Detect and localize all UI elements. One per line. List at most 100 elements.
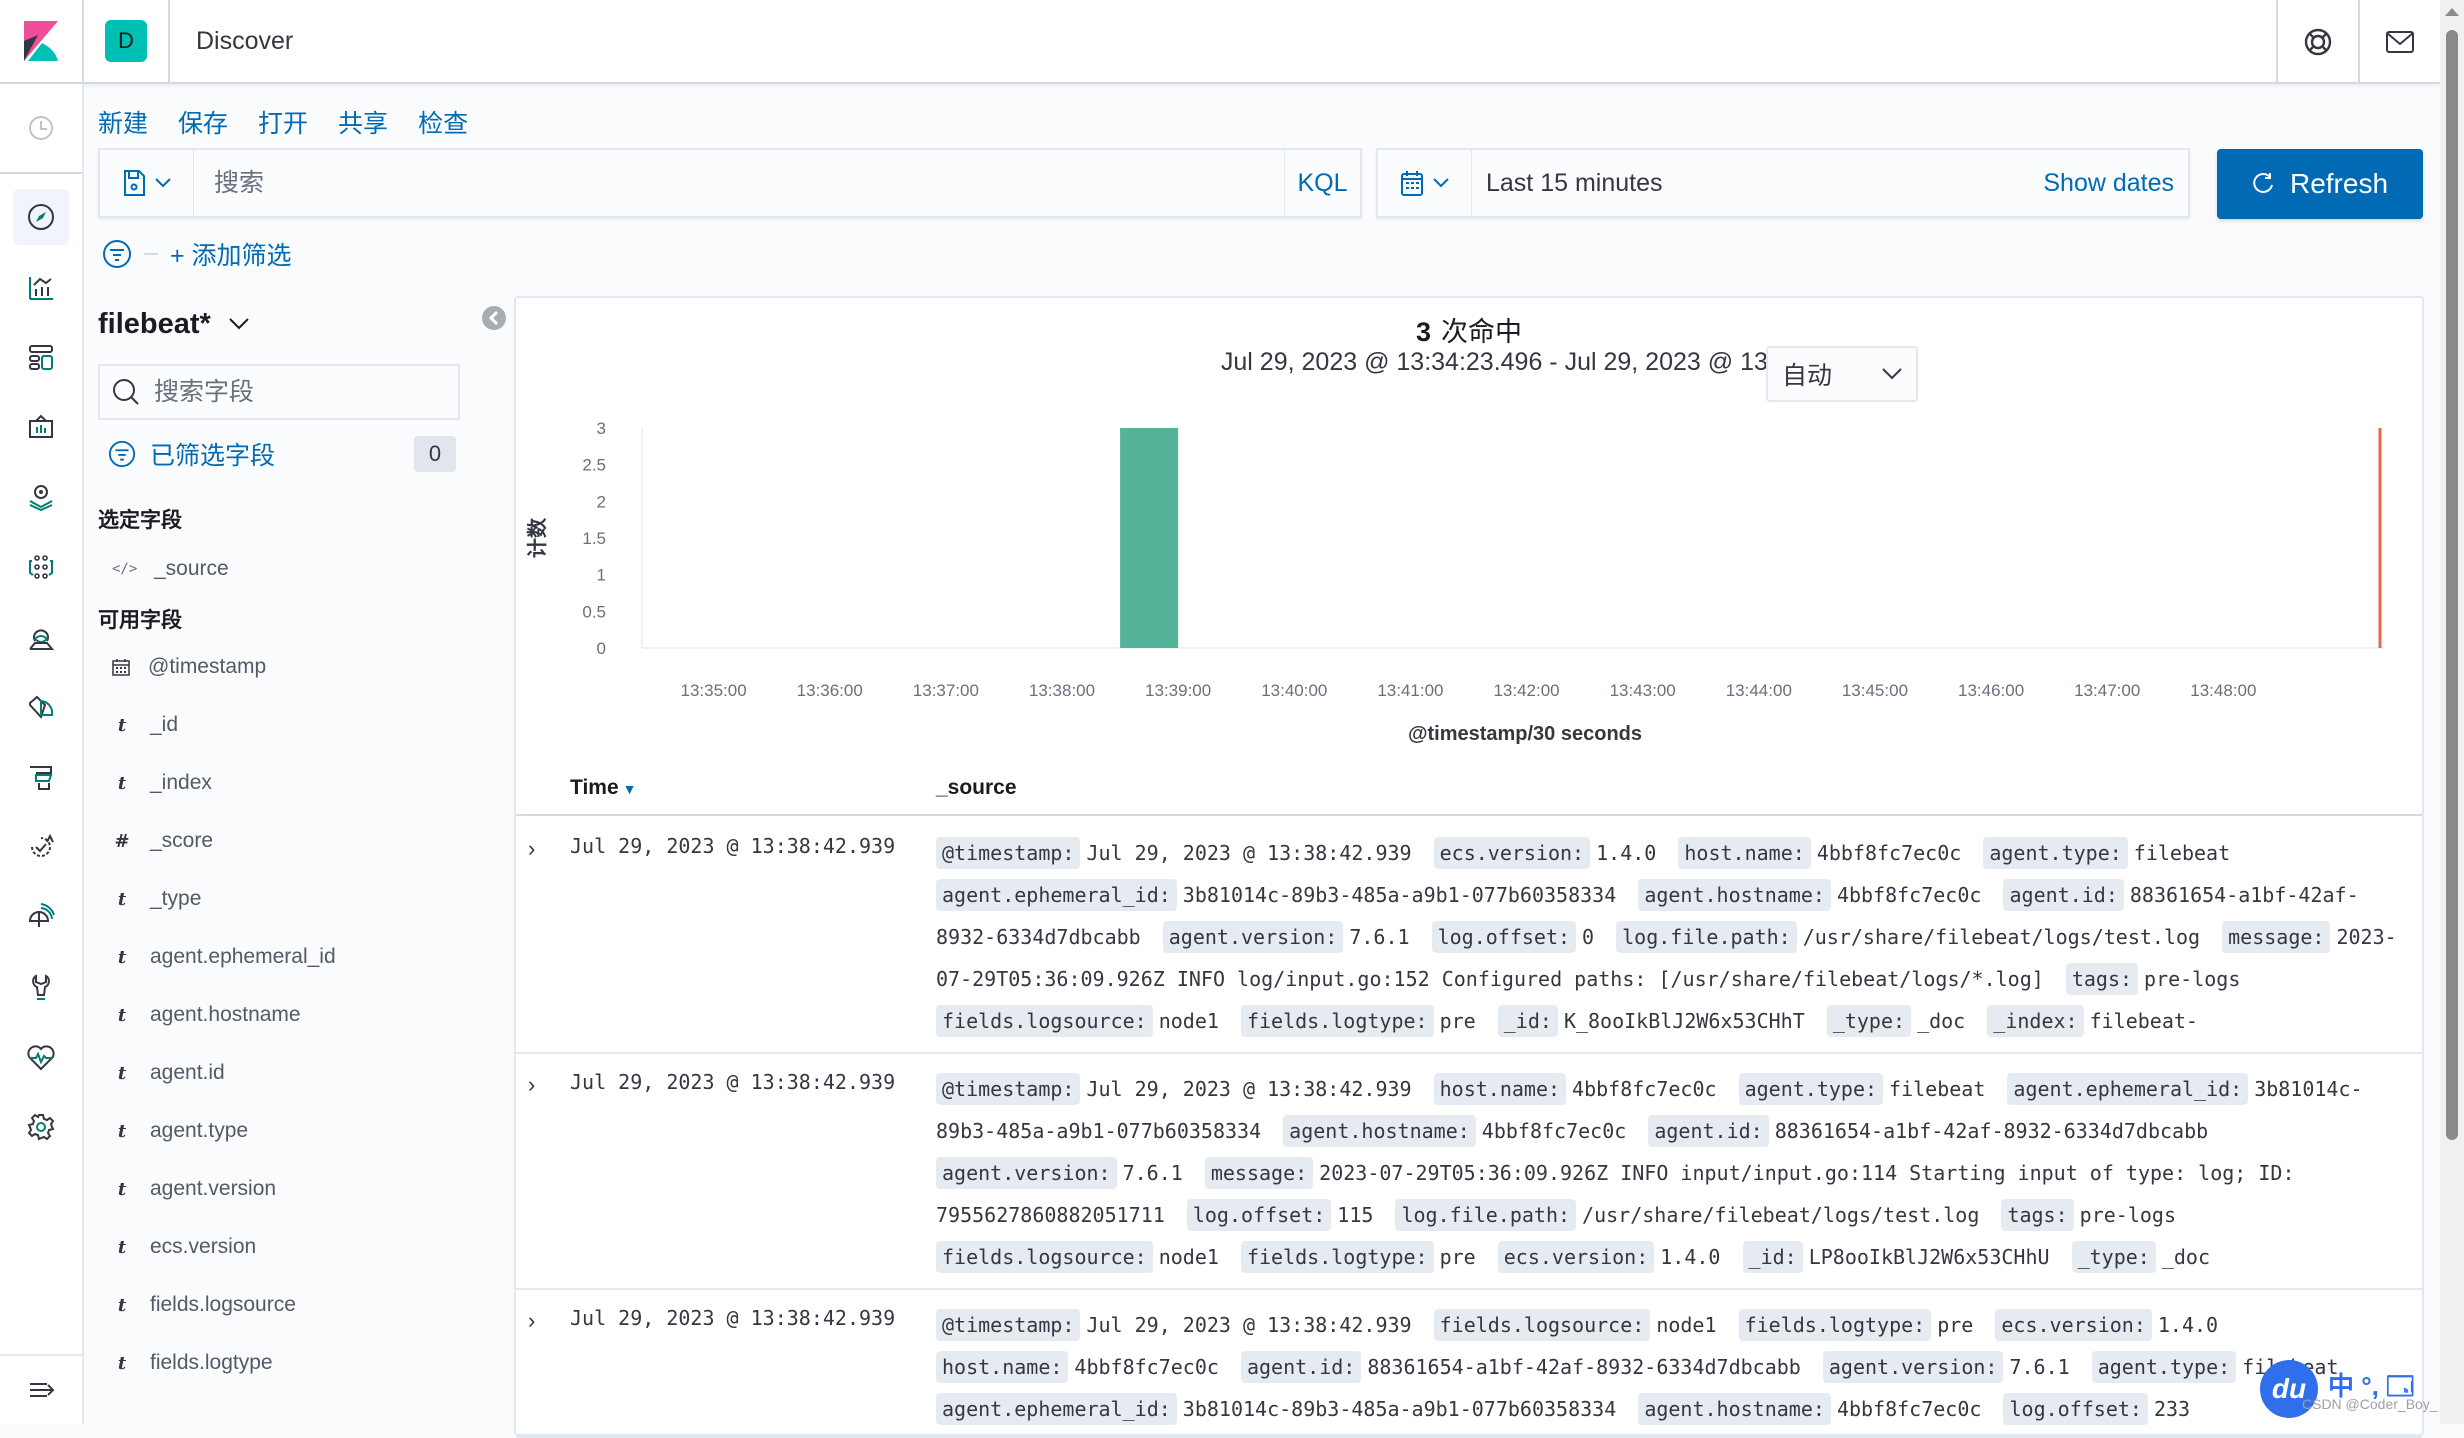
hits-counter: 3 次命中 — [516, 310, 2422, 349]
source-field-value: /usr/share/filebeat/logs/test.log — [1802, 925, 2201, 949]
field-item[interactable]: # _score — [98, 812, 464, 870]
dashboard-icon — [29, 345, 53, 370]
refresh-button[interactable]: Refresh — [2217, 149, 2423, 219]
nav-item-monitoring[interactable] — [0, 1022, 82, 1092]
field-item[interactable]: t agent.hostname — [98, 986, 464, 1044]
filter-options-icon[interactable] — [102, 239, 132, 269]
kibana-logo[interactable] — [0, 0, 84, 83]
source-field-value: 1.4.0 — [1660, 1245, 1721, 1269]
source-field-key: fields.logtype: — [1240, 1241, 1434, 1273]
quick-select-button[interactable] — [1378, 150, 1472, 216]
field-item[interactable]: t agent.id — [98, 1044, 464, 1102]
source-field-key: _index: — [1987, 1005, 2084, 1037]
query-language-button[interactable]: KQL — [1284, 150, 1360, 216]
source-field-value: 4bbf8fc7ec0c — [1074, 1355, 1219, 1379]
histogram-chart[interactable]: 0 0.5 1 1.5 2 2.5 3 13:35:00 13:36:00 13:37:00 13:… — [516, 408, 2422, 768]
search-input[interactable] — [194, 150, 1284, 216]
field-name: _score — [150, 829, 214, 852]
table-row: › Jul 29, 2023 @ 13:38:42.939 @timestamp: J… — [516, 818, 2422, 1054]
source-field-key: agent.hostname: — [1638, 879, 1831, 911]
source-field-value: 7.6.1 — [1349, 925, 1410, 949]
field-item[interactable]: </> _source — [98, 540, 464, 598]
source-field-key: fields.logsource: — [1433, 1309, 1651, 1341]
field-name: agent.hostname — [150, 1003, 301, 1026]
nav-item-metrics[interactable] — [0, 672, 82, 742]
field-item[interactable]: t _index — [98, 754, 464, 812]
metrics-icon — [29, 695, 54, 719]
expand-row-toggle[interactable]: › — [528, 1072, 535, 1098]
show-dates-button[interactable]: Show dates — [2043, 169, 2188, 198]
page-scrollbar[interactable] — [2440, 0, 2464, 1424]
newsfeed-mail-icon — [2386, 31, 2414, 53]
column-time[interactable]: Time ▼ — [570, 776, 637, 800]
nav-item-bg — [13, 329, 69, 385]
menu-save[interactable]: 保存 — [178, 104, 228, 140]
clock-icon — [29, 116, 53, 140]
interval-value: 自动 — [1782, 362, 1833, 390]
nav-item-maps[interactable] — [0, 462, 82, 532]
menu-share[interactable]: 共享 — [338, 104, 388, 140]
expand-row-toggle[interactable]: › — [528, 1308, 535, 1334]
field-item[interactable]: @timestamp — [98, 638, 464, 696]
nav-item-bg — [13, 679, 69, 735]
scroll-up-arrow[interactable] — [2445, 8, 2459, 16]
nav-item-canvas[interactable] — [0, 392, 82, 462]
nav-item-management[interactable] — [0, 1092, 82, 1162]
field-item[interactable]: t _type — [98, 870, 464, 928]
field-item[interactable]: t agent.type — [98, 1102, 464, 1160]
nav-item-ml[interactable] — [0, 532, 82, 602]
source-field-value: 3b81014c-89b3-485a-a9b1-077b60358334 — [1182, 1397, 1617, 1421]
nav-item-devtools[interactable] — [0, 952, 82, 1022]
field-item[interactable]: t _id — [98, 696, 464, 754]
y-tick-label: 1 — [597, 566, 606, 585]
index-pattern-selector[interactable]: filebeat* — [98, 296, 464, 352]
source-field-key: log.offset: — [1431, 921, 1577, 953]
space-selector[interactable]: D — [84, 0, 170, 83]
source-field-key: ecs.version: — [1497, 1241, 1655, 1273]
nav-item-discover[interactable] — [0, 182, 82, 252]
menu-new[interactable]: 新建 — [98, 104, 148, 140]
nav-item-uptime[interactable] — [0, 882, 82, 952]
scroll-thumb[interactable] — [2446, 30, 2458, 1140]
menu-inspect[interactable]: 检查 — [418, 104, 468, 140]
nav-item-bg — [13, 959, 69, 1015]
source-field-value: node1 — [1158, 1009, 1219, 1033]
nav-item-visualize[interactable] — [0, 252, 82, 322]
field-item[interactable]: t agent.ephemeral_id — [98, 928, 464, 986]
nav-item-apm[interactable] — [0, 812, 82, 882]
source-field-key: agent.ephemeral_id: — [936, 879, 1177, 911]
field-search-input[interactable] — [154, 377, 434, 407]
field-item[interactable]: t fields.logsource — [98, 1276, 464, 1334]
menu-open[interactable]: 打开 — [258, 104, 308, 140]
expand-row-toggle[interactable]: › — [528, 836, 535, 862]
nav-item-siem[interactable] — [0, 602, 82, 672]
nav-item-logs[interactable] — [0, 742, 82, 812]
y-axis-title: 计数 — [525, 517, 549, 558]
y-tick-label: 1.5 — [582, 529, 606, 548]
help-button[interactable] — [2276, 0, 2358, 84]
saved-query-button[interactable] — [100, 150, 194, 216]
field-name: _id — [150, 713, 179, 736]
collapse-sidebar-button[interactable] — [482, 306, 506, 330]
top-nav-menu: 新建 保存 打开 共享 检查 — [98, 104, 468, 140]
nav-item-dashboard[interactable] — [0, 322, 82, 392]
source-field-key: host.name: — [936, 1351, 1069, 1383]
field-item[interactable]: t fields.logtype — [98, 1334, 464, 1392]
logs-icon — [30, 766, 53, 790]
nav-recently-viewed[interactable] — [0, 84, 82, 174]
field-item[interactable]: t ecs.version — [98, 1218, 464, 1276]
filtered-fields-toggle[interactable]: 已筛选字段 0 — [98, 432, 464, 476]
nav-item-bg — [13, 189, 69, 245]
sort-desc-icon[interactable]: ▼ — [623, 781, 637, 797]
newsfeed-button[interactable] — [2358, 0, 2440, 84]
date-range-label[interactable]: Last 15 minutes — [1472, 169, 2043, 198]
add-filter-button[interactable]: + 添加筛选 — [170, 236, 292, 272]
field-name: agent.ephemeral_id — [150, 945, 336, 968]
interval-select[interactable]: 自动 — [1766, 346, 1918, 402]
source-field-key: fields.logtype: — [1738, 1309, 1932, 1341]
source-field-key: agent.ephemeral_id: — [2007, 1073, 2249, 1105]
filtered-fields-count: 0 — [414, 436, 456, 472]
field-name: fields.logsource — [150, 1293, 296, 1316]
field-item[interactable]: t agent.version — [98, 1160, 464, 1218]
nav-dock-toggle[interactable] — [0, 1354, 84, 1424]
